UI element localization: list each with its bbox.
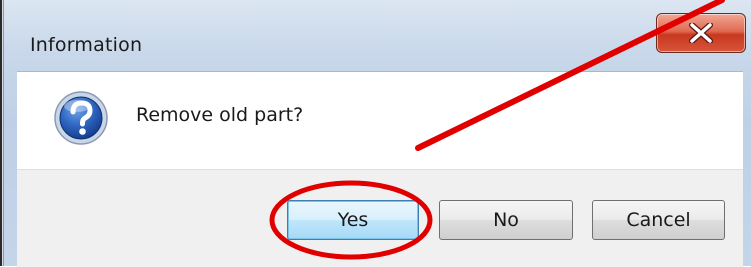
dialog-window: Information Remove old part? Yes No Canc… bbox=[3, 0, 751, 267]
cancel-button[interactable]: Cancel bbox=[592, 200, 725, 240]
message-area: Remove old part? bbox=[17, 71, 743, 169]
no-button[interactable]: No bbox=[439, 200, 573, 240]
yes-button[interactable]: Yes bbox=[287, 200, 419, 240]
question-icon bbox=[54, 91, 108, 145]
dialog-title: Information bbox=[30, 34, 143, 56]
dialog-message: Remove old part? bbox=[136, 104, 304, 126]
close-button[interactable] bbox=[656, 13, 746, 53]
button-bar: Yes No Cancel bbox=[17, 169, 743, 267]
close-icon bbox=[689, 23, 713, 43]
